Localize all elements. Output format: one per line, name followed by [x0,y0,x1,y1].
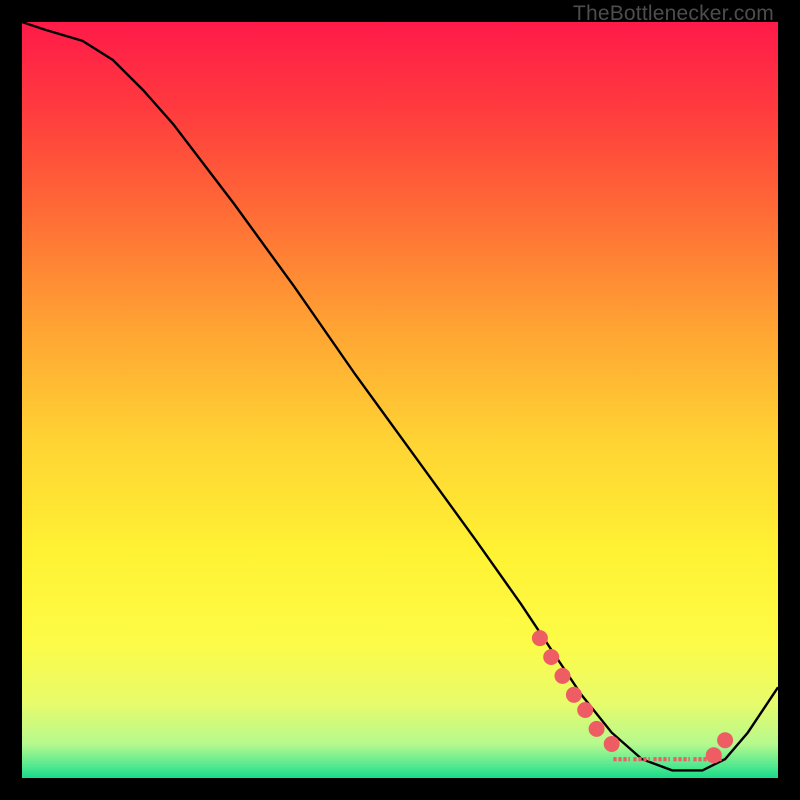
chart-background [22,22,778,778]
marker-dot [532,630,548,646]
chart-frame [22,22,778,778]
marker-dot [577,702,593,718]
marker-dot [555,668,571,684]
marker-dot [543,649,559,665]
chart-svg [22,22,778,778]
marker-dot [604,736,620,752]
watermark-text: TheBottlenecker.com [573,2,774,26]
marker-dot [566,687,582,703]
marker-dot [717,732,733,748]
marker-dot [589,721,605,737]
